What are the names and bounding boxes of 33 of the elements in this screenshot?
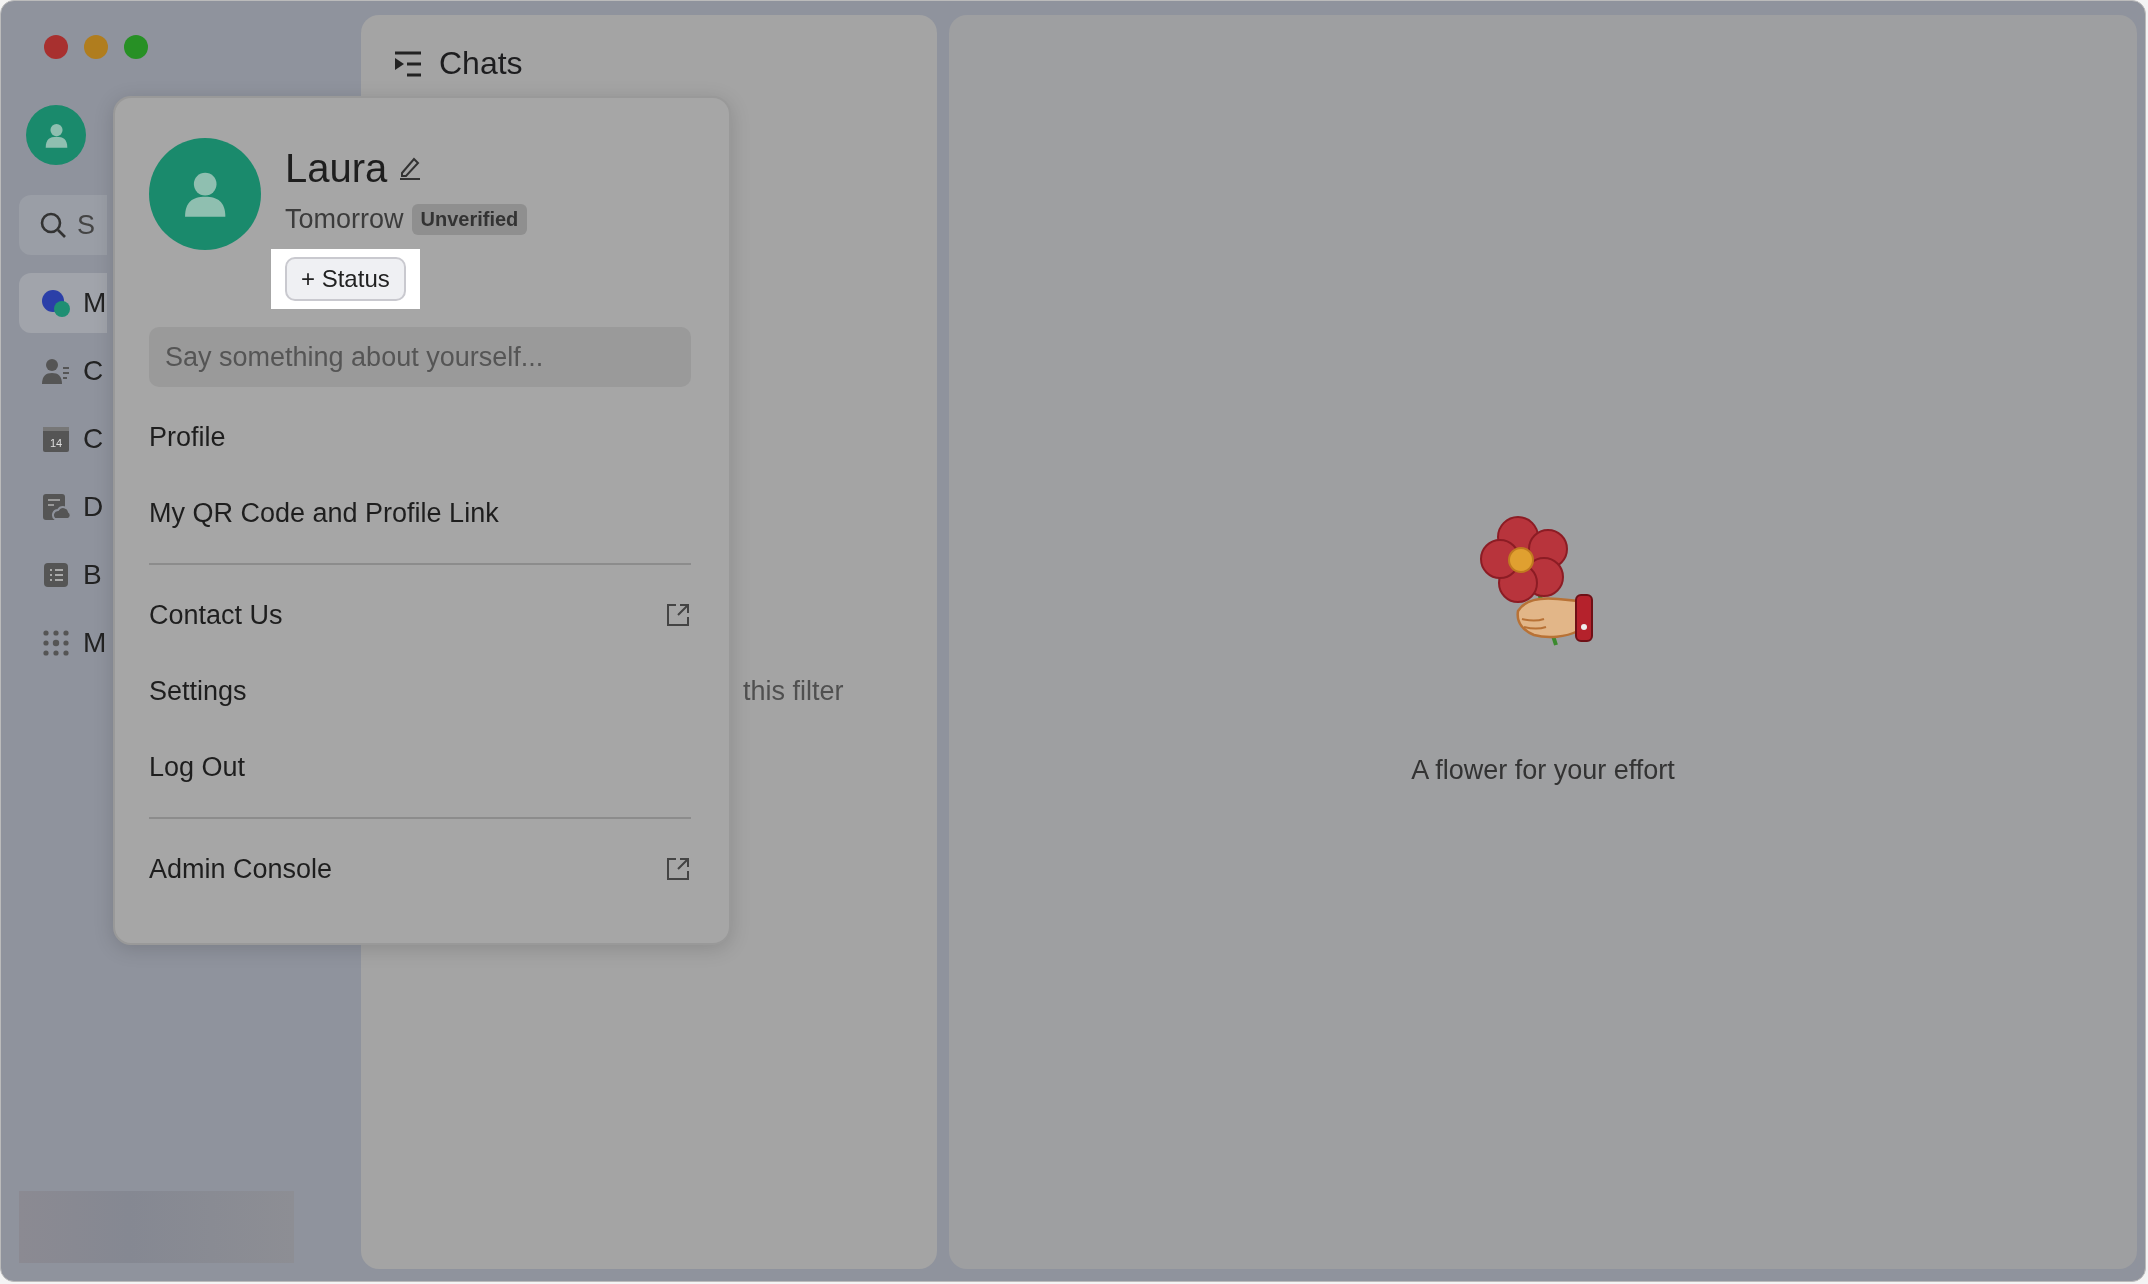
user-avatar[interactable] <box>26 105 86 165</box>
search-field[interactable]: S <box>19 195 107 255</box>
nav-item[interactable]: C <box>19 341 107 401</box>
chat-bubbles-icon <box>41 288 71 318</box>
sidebar-toggle-icon[interactable] <box>393 50 423 77</box>
status-text: Tomorrow <box>285 204 404 235</box>
menu-item[interactable]: Log Out <box>149 729 691 805</box>
menu-item[interactable]: My QR Code and Profile Link <box>149 475 691 551</box>
user-name: Laura <box>285 145 388 192</box>
maximize-window-button[interactable] <box>124 35 148 59</box>
calendar-day: 14 <box>49 437 63 449</box>
bio-field[interactable]: Say something about yourself... <box>149 327 691 387</box>
verification-badge: Unverified <box>411 204 528 235</box>
nav-item[interactable]: M <box>19 613 107 673</box>
list-icon <box>41 560 71 590</box>
menu-item[interactable]: Settings <box>149 653 691 729</box>
add-status-button[interactable]: + Status <box>285 257 406 301</box>
search-icon <box>39 211 67 239</box>
minimize-window-button[interactable] <box>84 35 108 59</box>
close-window-button[interactable] <box>44 35 68 59</box>
nav-item[interactable]: 14 C <box>19 409 107 469</box>
document-cloud-icon <box>41 492 71 522</box>
nav-item[interactable]: B <box>19 545 107 605</box>
menu-item[interactable]: Profile <box>149 399 691 475</box>
empty-state-caption: A flower for your effort <box>1411 755 1675 786</box>
app-grid-icon <box>41 628 71 658</box>
empty-message: this filter <box>742 676 845 707</box>
nav-item[interactable]: D <box>19 477 107 537</box>
nav-item[interactable]: M <box>19 273 107 333</box>
menu-item[interactable]: Admin Console <box>149 831 691 907</box>
person-icon <box>41 356 71 386</box>
menu-item[interactable]: Contact Us <box>149 577 691 653</box>
panel-title: Chats <box>439 45 523 82</box>
